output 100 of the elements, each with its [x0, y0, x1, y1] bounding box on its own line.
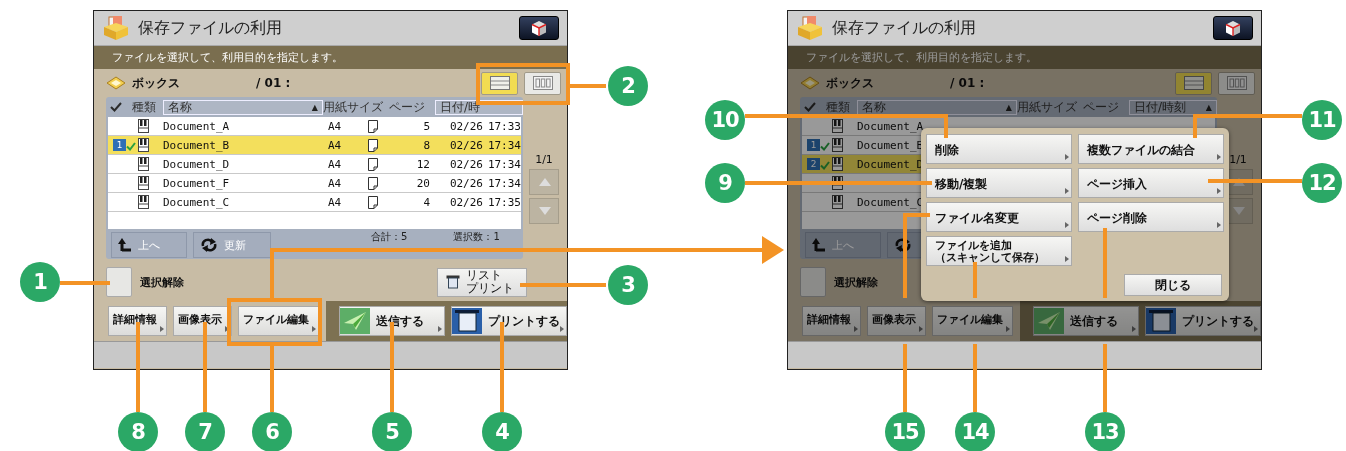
column-header[interactable]: 名称 ▲	[857, 99, 1017, 115]
selected-count: 選択数：1	[453, 230, 500, 244]
box-icon	[106, 75, 126, 91]
list-view-icon	[489, 76, 510, 90]
selection-number: 1	[807, 139, 820, 151]
deselect-button[interactable]	[800, 267, 826, 297]
list-view-button[interactable]	[481, 71, 518, 95]
menu-button[interactable]: ファイル編集	[238, 306, 319, 336]
list-view-button[interactable]	[1175, 71, 1212, 95]
table-cell: Document_B	[163, 138, 230, 152]
menu-item[interactable]: 削除	[926, 134, 1072, 164]
table-cell-text: A4	[328, 176, 343, 190]
file-row[interactable]: Document_F A4 20 02/26 17:34	[108, 174, 521, 193]
file-row[interactable]: Document_D A4 12 02/26 17:34	[108, 155, 521, 174]
paper-icon	[368, 138, 378, 152]
scroll-up-button[interactable]	[529, 169, 559, 195]
paper-icon	[368, 157, 378, 171]
table-cell: Document_F	[163, 176, 230, 190]
close-button[interactable]: 閉じる	[1124, 274, 1222, 296]
table-cell-text: A4	[328, 157, 343, 171]
table-cell-text: 02/26	[448, 176, 483, 190]
menu-item[interactable]: 複数ファイルの結合	[1078, 134, 1224, 164]
file-box-icon	[102, 15, 130, 41]
document-icon	[832, 138, 843, 152]
refresh-icon	[894, 238, 912, 252]
leader-line	[568, 84, 606, 88]
page-indicator: 1/1	[1229, 153, 1247, 166]
leader-line	[973, 344, 977, 412]
document-icon	[832, 176, 843, 190]
table-cell-text: 4	[422, 195, 430, 209]
table-cell-text: 8	[422, 138, 430, 152]
menu-button[interactable]: ファイル編集	[932, 306, 1013, 336]
sort-arrow: ▲	[1205, 102, 1212, 112]
document-icon	[138, 157, 149, 171]
table-cell: Document_A	[857, 119, 924, 133]
table-cell-text: 02/26	[448, 195, 483, 209]
menu-item[interactable]: ページ削除	[1078, 202, 1224, 232]
thumbnail-view-button[interactable]	[1218, 71, 1255, 95]
leader-line	[1103, 344, 1107, 412]
cube-button[interactable]	[519, 16, 559, 40]
cube-icon	[531, 19, 547, 37]
menu-item[interactable]: ファイルを追加 （スキャンして保存）	[926, 236, 1072, 266]
menu-item[interactable]: ページ挿入	[1078, 168, 1224, 198]
table-cell: Document_C	[857, 195, 924, 209]
table-cell-text: A4	[328, 138, 343, 152]
grid-view-icon	[1226, 76, 1247, 90]
box-icon	[800, 75, 820, 91]
table-cell-text: 12	[415, 157, 430, 171]
table-cell: Document_C	[163, 195, 230, 209]
cube-button[interactable]	[1213, 16, 1253, 40]
table-cell-text: 17:35	[486, 195, 521, 209]
menu-button[interactable]: 画像表示	[867, 306, 926, 336]
paper-icon	[368, 176, 378, 190]
callout-number: 3	[608, 265, 648, 305]
callout-number: 14	[955, 412, 995, 451]
deselect-label: 選択解除	[140, 274, 184, 290]
box-number: / 01 :	[950, 76, 985, 90]
scroll-down-button[interactable]	[529, 198, 559, 224]
table-cell-text: 02/26	[448, 157, 483, 171]
callout-number: 9	[705, 163, 745, 203]
table-cell-text: 17:34	[486, 138, 521, 152]
column-header[interactable]: 用紙サイズ	[323, 98, 389, 116]
grid-view-icon	[532, 76, 553, 90]
print-button[interactable]: プリントする	[1145, 306, 1261, 336]
table-cell-text: 17:34	[486, 157, 521, 171]
leader-line	[270, 344, 274, 412]
refresh-icon	[200, 238, 218, 252]
file-row[interactable]: 1 Document_B A4 8 02/26 17:34	[108, 136, 521, 155]
menu-item[interactable]: 移動/複製	[926, 168, 1072, 198]
send-button[interactable]: 送信する	[1033, 306, 1139, 336]
column-header[interactable]: 日付/時刻 ▲	[1129, 99, 1217, 115]
column-header[interactable]: 名称 ▲	[163, 99, 323, 115]
column-header[interactable]: ページ	[389, 98, 435, 116]
menu-button[interactable]: 詳細情報	[802, 306, 861, 336]
file-row[interactable]: Document_C A4 4 02/26 17:35	[108, 193, 521, 212]
leader-line	[60, 281, 110, 285]
paper-plane-icon	[1034, 308, 1064, 334]
callout-number: 1	[20, 262, 60, 302]
table-cell-text: A4	[328, 195, 343, 209]
callout-number: 11	[1302, 100, 1342, 140]
callout-number: 7	[185, 412, 225, 451]
instruction-bar: ファイルを選択して、利用目的を指定します。	[788, 46, 1261, 69]
document-icon	[138, 138, 149, 152]
selection-number: 2	[807, 158, 820, 170]
table-cell-text: 5	[422, 119, 430, 133]
column-header[interactable]: 種類	[132, 98, 163, 116]
paper-plane-icon	[340, 308, 370, 334]
print-button[interactable]: プリントする	[451, 306, 567, 336]
screen-title: 保存ファイルの利用	[138, 17, 282, 39]
deselect-button[interactable]	[106, 267, 132, 297]
deselect-label: 選択解除	[834, 274, 878, 290]
table-cell-text: 02/26	[448, 138, 483, 152]
box-label: ボックス	[826, 74, 874, 92]
thumbnail-view-button[interactable]	[524, 71, 561, 95]
menu-item[interactable]: ファイル名変更	[926, 202, 1072, 232]
list-view-icon	[1183, 76, 1204, 90]
check-column-icon	[110, 102, 122, 112]
table-cell-text: 17:34	[486, 176, 521, 190]
up-arrow-icon	[812, 238, 826, 252]
list-print-button[interactable]: リスト プリント	[437, 267, 527, 297]
